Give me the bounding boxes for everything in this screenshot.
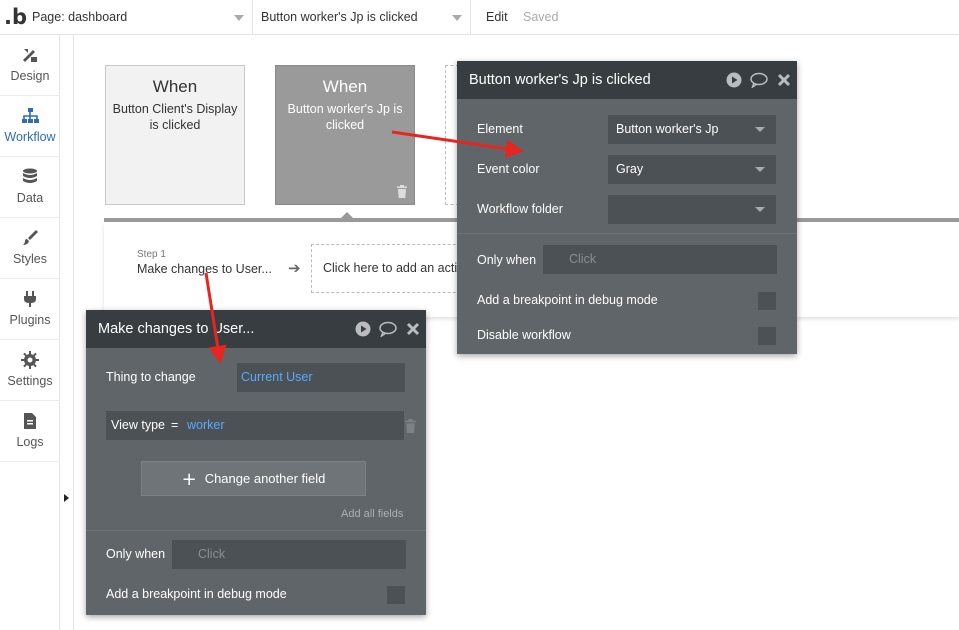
event-select[interactable]: Button worker's Jp is clicked xyxy=(253,0,471,35)
event-color-dropdown[interactable]: Gray xyxy=(608,155,776,184)
page-select[interactable]: Page: dashboard xyxy=(24,0,253,35)
sidebar-item-label: Design xyxy=(10,69,50,83)
only-when-input[interactable]: Click xyxy=(172,540,406,569)
top-bar: .b Page: dashboard Button worker's Jp is… xyxy=(0,0,959,35)
event-select-value: Button worker's Jp is clicked xyxy=(261,10,418,24)
plus-icon: + xyxy=(181,469,197,490)
plugins-icon xyxy=(24,291,36,307)
edit-menu[interactable]: Edit xyxy=(486,0,508,35)
bubble-logo[interactable]: .b xyxy=(4,6,27,28)
gear-icon xyxy=(21,351,39,369)
data-icon xyxy=(23,168,37,183)
chevron-down-icon xyxy=(755,207,765,212)
chevron-down-icon xyxy=(755,127,765,132)
breakpoint-checkbox[interactable] xyxy=(387,586,405,604)
breakpoint-label: Add a breakpoint in debug mode xyxy=(106,587,287,601)
only-when-input[interactable]: Click xyxy=(543,245,777,274)
play-icon[interactable] xyxy=(355,321,371,337)
disable-workflow-label: Disable workflow xyxy=(477,328,571,342)
sidebar-item-design[interactable]: Design xyxy=(0,35,60,96)
element-label: Element xyxy=(477,122,523,136)
event-description: Button Client's Display is clicked xyxy=(112,102,238,132)
chevron-down-icon xyxy=(452,15,462,21)
thing-to-change-label: Thing to change xyxy=(106,370,196,384)
workflow-folder-dropdown[interactable] xyxy=(608,195,776,224)
field-row[interactable]: View type = worker xyxy=(106,411,404,440)
sidebar-item-label: Data xyxy=(16,191,44,205)
canvas-divider xyxy=(73,35,74,630)
event-panel-title: Button worker's Jp is clicked xyxy=(469,72,651,88)
element-dropdown[interactable]: Button worker's Jp xyxy=(608,115,776,144)
arrow-right-icon: ➔ xyxy=(288,259,301,277)
sidebar-item-plugins[interactable]: Plugins xyxy=(0,279,60,340)
change-button-label: Change another field xyxy=(204,471,326,486)
sidebar-item-workflow[interactable]: Workflow xyxy=(0,96,60,157)
event-color-value: Gray xyxy=(616,162,644,176)
comment-icon[interactable] xyxy=(379,321,397,337)
event-card-client-display[interactable]: When Button Client's Display is clicked xyxy=(105,65,245,205)
change-another-field-button[interactable]: + Change another field xyxy=(141,461,366,496)
only-when-label: Only when xyxy=(477,253,537,267)
field-value[interactable]: worker xyxy=(187,411,225,440)
sidebar-item-label: Settings xyxy=(7,374,53,388)
sidebar-item-logs[interactable]: Logs xyxy=(0,401,60,462)
close-icon[interactable] xyxy=(406,321,420,337)
chevron-down-icon xyxy=(755,167,765,172)
close-icon[interactable] xyxy=(777,72,791,88)
divider xyxy=(457,233,797,234)
event-when-label: When xyxy=(152,77,198,96)
design-icon xyxy=(23,49,37,62)
workflow-icon xyxy=(22,108,39,123)
action-panel-title: Make changes to User... xyxy=(98,321,255,337)
sidebar-item-settings[interactable]: Settings xyxy=(0,340,60,401)
sidebar-item-data[interactable]: Data xyxy=(0,157,60,218)
event-description: Button worker's Jp is clicked xyxy=(287,102,403,132)
thing-to-change-field[interactable]: Current User xyxy=(237,363,405,392)
styles-icon xyxy=(23,230,38,245)
action-panel-header: Make changes to User... xyxy=(86,310,426,348)
only-when-label: Only when xyxy=(106,547,166,561)
step-number: Step 1 xyxy=(137,249,166,260)
comment-icon[interactable] xyxy=(750,72,768,88)
page-select-value: Page: dashboard xyxy=(32,10,128,24)
field-equals: = xyxy=(171,418,179,432)
add-all-fields-link[interactable]: Add all fields xyxy=(341,508,403,520)
sidebar-item-label: Workflow xyxy=(4,130,56,144)
event-panel: Button worker's Jp is clicked Element Bu… xyxy=(457,61,797,354)
workflow-folder-label: Workflow folder xyxy=(477,202,563,216)
disable-workflow-checkbox[interactable] xyxy=(758,327,776,345)
event-card-worker-jp[interactable]: When Button worker's Jp is clicked xyxy=(275,65,415,205)
add-action-button[interactable]: Click here to add an action... xyxy=(311,244,471,293)
saved-status: Saved xyxy=(523,10,559,24)
breakpoint-checkbox[interactable] xyxy=(758,292,776,310)
sidebar-item-styles[interactable]: Styles xyxy=(0,218,60,279)
field-name: View type xyxy=(111,418,165,432)
sidebar: Design Workflow Data Styles Plugins Sett… xyxy=(0,35,60,630)
breakpoint-label: Add a breakpoint in debug mode xyxy=(477,293,658,307)
chevron-down-icon xyxy=(234,15,244,21)
sidebar-item-label: Plugins xyxy=(9,313,51,327)
event-color-label: Event color xyxy=(477,162,540,176)
sidebar-item-label: Styles xyxy=(12,252,48,266)
trash-icon[interactable] xyxy=(404,419,417,433)
trash-icon[interactable] xyxy=(396,185,408,198)
collapse-toggle-icon[interactable] xyxy=(64,494,69,502)
step-name[interactable]: Make changes to User... xyxy=(137,262,272,276)
logs-icon xyxy=(24,413,36,429)
divider xyxy=(86,530,426,531)
play-icon[interactable] xyxy=(726,72,742,88)
element-value: Button worker's Jp xyxy=(616,122,719,136)
event-when-label: When xyxy=(322,77,368,96)
event-panel-header: Button worker's Jp is clicked xyxy=(457,61,797,99)
sidebar-item-label: Logs xyxy=(16,435,44,449)
